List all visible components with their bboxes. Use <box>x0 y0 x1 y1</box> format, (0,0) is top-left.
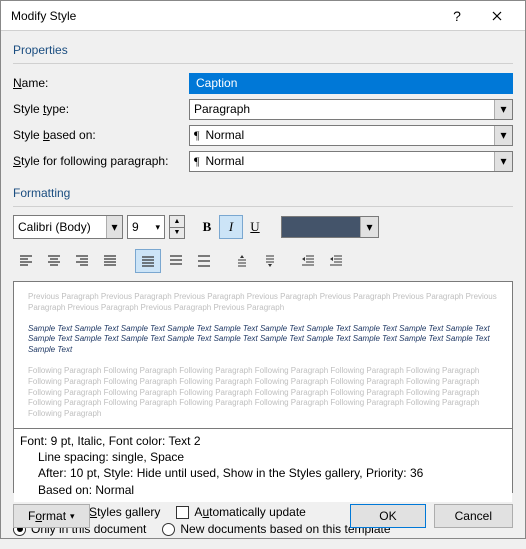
divider <box>13 206 513 207</box>
paragraph-toolbar <box>13 249 513 273</box>
styletype-label: Style type: <box>13 102 189 116</box>
font-name-select[interactable]: Calibri (Body) ▾ <box>13 215 123 239</box>
dialog-title: Modify Style <box>11 9 437 23</box>
preview-previous: Previous Paragraph Previous Paragraph Pr… <box>28 292 498 314</box>
cancel-button[interactable]: Cancel <box>434 504 513 528</box>
chevron-down-icon: ▾ <box>494 152 512 171</box>
style-type-select[interactable]: Paragraph ▾ <box>189 99 513 120</box>
format-button[interactable]: Format▾ <box>13 504 90 528</box>
align-justify-button[interactable] <box>97 249 123 273</box>
font-size-select[interactable]: 9▾ <box>127 215 165 239</box>
align-center-button[interactable] <box>41 249 67 273</box>
chevron-down-icon: ▾ <box>360 217 378 237</box>
ok-button[interactable]: OK <box>350 504 425 528</box>
font-size-spinner[interactable]: ▲ ▼ <box>169 215 185 239</box>
preview-following: Following Paragraph Following Paragraph … <box>28 366 498 420</box>
chevron-down-icon: ▾ <box>494 100 512 119</box>
chevron-down-icon: ▾ <box>494 126 512 145</box>
align-right-button[interactable] <box>69 249 95 273</box>
bold-button[interactable]: B <box>195 215 219 239</box>
properties-heading: Properties <box>13 43 513 57</box>
color-swatch-icon <box>282 217 360 237</box>
divider <box>13 63 513 64</box>
help-button[interactable]: ? <box>437 2 477 30</box>
preview-sample: Sample Text Sample Text Sample Text Samp… <box>28 324 498 356</box>
spin-down-icon[interactable]: ▼ <box>170 228 184 239</box>
name-input[interactable]: Caption <box>189 73 513 94</box>
basedon-label: Style based on: <box>13 128 189 142</box>
italic-button[interactable]: I <box>219 215 243 239</box>
align-left-button[interactable] <box>13 249 39 273</box>
name-label: Name: <box>13 76 189 90</box>
space-before-dec-button[interactable] <box>257 249 283 273</box>
indent-increase-button[interactable] <box>323 249 349 273</box>
style-description: Font: 9 pt, Italic, Font color: Text 2 L… <box>14 429 512 502</box>
modify-style-dialog: Modify Style ? Properties Name: Caption … <box>0 0 526 539</box>
following-select[interactable]: ¶Normal ▾ <box>189 151 513 172</box>
chevron-down-icon: ▾ <box>106 216 122 238</box>
preview-pane: Previous Paragraph Previous Paragraph Pr… <box>13 281 513 429</box>
font-color-select[interactable]: ▾ <box>281 216 379 238</box>
spacing-double-button[interactable] <box>191 249 217 273</box>
based-on-select[interactable]: ¶Normal ▾ <box>189 125 513 146</box>
spin-up-icon[interactable]: ▲ <box>170 216 184 228</box>
close-button[interactable] <box>477 2 517 30</box>
formatting-heading: Formatting <box>13 186 513 200</box>
spacing-single-button[interactable] <box>135 249 161 273</box>
underline-button[interactable]: U <box>243 215 267 239</box>
space-before-inc-button[interactable] <box>229 249 255 273</box>
following-label: Style for following paragraph: <box>13 154 189 168</box>
titlebar: Modify Style ? <box>1 1 525 31</box>
spacing-15-button[interactable] <box>163 249 189 273</box>
indent-decrease-button[interactable] <box>295 249 321 273</box>
